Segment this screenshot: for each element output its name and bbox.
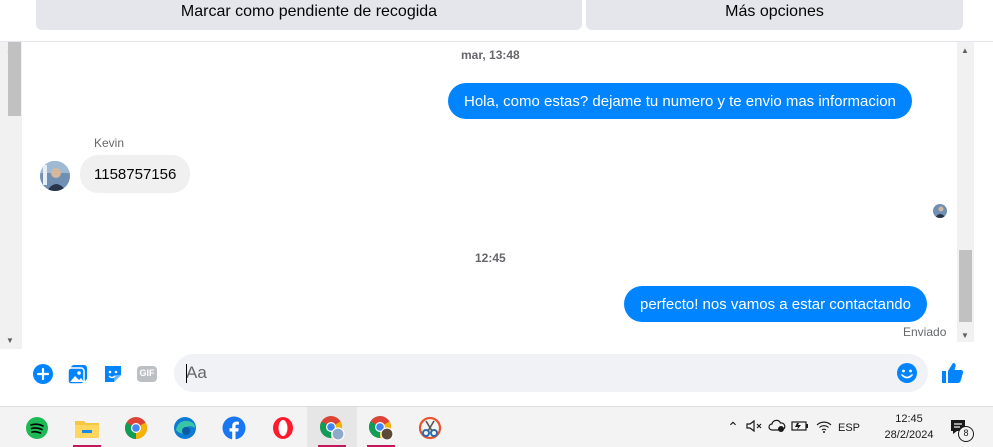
- spotify-icon[interactable]: [12, 407, 62, 447]
- mark-pending-pickup-button[interactable]: Marcar como pendiente de recogida: [36, 0, 582, 30]
- message-timestamp: mar, 13:48: [461, 48, 520, 62]
- outgoing-message[interactable]: Hola, como estas? dejame tu numero y te …: [448, 83, 912, 119]
- file-explorer-icon[interactable]: [62, 407, 112, 447]
- scroll-up-arrow-icon[interactable]: ▲: [961, 46, 969, 55]
- add-actions-icon[interactable]: [32, 363, 54, 385]
- scrollbar-thumb[interactable]: [8, 42, 21, 116]
- page-scrollbar[interactable]: ▲ ▼: [0, 42, 22, 349]
- show-hidden-icons-icon[interactable]: ⌃: [724, 419, 742, 436]
- notification-count-badge: 8: [958, 426, 974, 442]
- taskbar-clock[interactable]: 12:45 28/2/2024: [878, 411, 940, 443]
- battery-icon[interactable]: [788, 420, 812, 435]
- gif-label: GIF: [139, 368, 155, 378]
- language-indicator[interactable]: ESP: [838, 422, 860, 434]
- scroll-down-arrow-icon[interactable]: ▼: [6, 336, 14, 345]
- conversation-actions-bar: Marcar como pendiente de recogida Más op…: [0, 0, 993, 42]
- sender-name: Kevin: [94, 136, 125, 150]
- volume-muted-icon[interactable]: [742, 419, 766, 436]
- edge-icon[interactable]: [160, 407, 210, 447]
- clock-date: 28/2/2024: [884, 429, 934, 441]
- outgoing-message[interactable]: perfecto! nos vamos a estar contactando: [624, 286, 927, 322]
- notification-center-icon[interactable]: 8: [948, 417, 976, 443]
- messenger-window: Marcar como pendiente de recogida Más op…: [0, 0, 993, 447]
- contact-avatar[interactable]: [40, 161, 70, 191]
- snipping-tool-icon[interactable]: [405, 407, 455, 447]
- like-thumbs-up-icon[interactable]: [940, 361, 964, 385]
- clock-time: 12:45: [895, 413, 923, 425]
- scroll-down-arrow-icon[interactable]: ▼: [961, 331, 969, 340]
- incoming-message[interactable]: 1158757156: [80, 155, 191, 193]
- message-timestamp: 12:45: [475, 251, 506, 265]
- system-tray: ⌃ ESP: [724, 407, 860, 447]
- text-cursor: [186, 364, 187, 383]
- delivery-status: Enviado: [903, 325, 947, 339]
- scrollbar-thumb[interactable]: [959, 250, 972, 322]
- more-options-button[interactable]: Más opciones: [586, 0, 963, 30]
- photo-attach-icon[interactable]: [67, 363, 89, 385]
- message-composer: GIF: [0, 349, 993, 405]
- onedrive-sync-icon[interactable]: [766, 419, 788, 436]
- windows-taskbar: ⌃ ESP 12:45 28/2/2024 8: [0, 406, 993, 447]
- chrome-icon[interactable]: [111, 407, 161, 447]
- chat-scrollbar[interactable]: ▲ ▼: [957, 42, 974, 342]
- gif-icon[interactable]: GIF: [136, 363, 158, 385]
- opera-icon[interactable]: [258, 407, 308, 447]
- sticker-icon[interactable]: [102, 363, 124, 385]
- message-input-wrapper: [174, 354, 928, 392]
- message-input[interactable]: [186, 354, 886, 392]
- facebook-icon[interactable]: [209, 407, 259, 447]
- seen-receipt-avatar: [933, 204, 947, 218]
- emoji-icon[interactable]: [896, 362, 918, 384]
- chrome-profile-2-icon[interactable]: [356, 407, 406, 447]
- wifi-icon[interactable]: [812, 419, 836, 436]
- chrome-profile-icon[interactable]: [307, 407, 357, 447]
